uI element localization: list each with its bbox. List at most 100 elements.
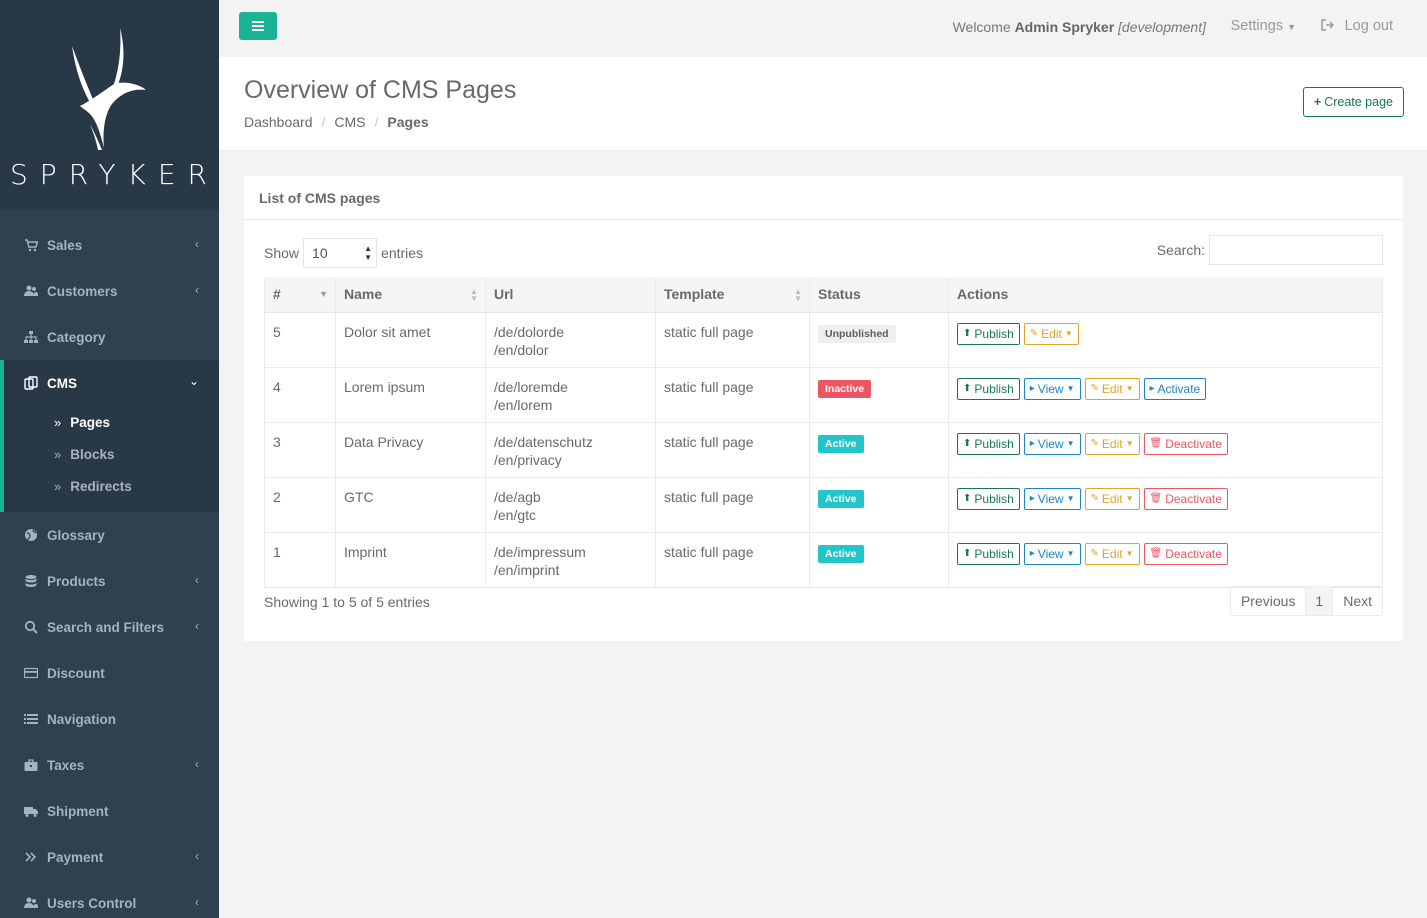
upload-icon: ⬆ bbox=[963, 492, 972, 504]
sidebar-subitem-blocks[interactable]: » Blocks bbox=[54, 443, 115, 465]
sidebar-item-category[interactable]: Category bbox=[0, 314, 219, 360]
publish-button[interactable]: ⬆ Publish bbox=[957, 487, 1020, 510]
deactivate-button[interactable]: 🗑 Deactivate bbox=[1143, 487, 1228, 510]
sidebar-item-sales[interactable]: Sales ‹ bbox=[0, 222, 219, 268]
welcome-text: Welcome Admin Spryker [development] bbox=[953, 19, 1206, 35]
sidebar-subitem-redirects[interactable]: » Redirects bbox=[54, 475, 132, 497]
edit-button[interactable]: ✎ Edit ▼ bbox=[1084, 542, 1140, 565]
caret-down-icon: ▼ bbox=[1125, 493, 1134, 503]
brand-name: SPRYKER bbox=[10, 158, 219, 191]
sidebar-item-taxes[interactable]: Taxes ‹ bbox=[0, 742, 219, 788]
column-header-id[interactable]: # ▼ bbox=[264, 277, 336, 313]
chevron-left-icon: ‹ bbox=[195, 283, 199, 297]
settings-dropdown[interactable]: Settings ▼ bbox=[1231, 18, 1296, 34]
search-icon bbox=[24, 620, 38, 634]
environment-label: [development] bbox=[1118, 19, 1206, 35]
publish-button[interactable]: ⬆ Publish bbox=[957, 542, 1020, 565]
sidebar-item-label: Payment bbox=[47, 849, 104, 865]
angle-double-right-icon: » bbox=[54, 478, 62, 494]
sidebar-cms-section: CMS ⌄ » Pages » Blocks » Redirects bbox=[0, 360, 219, 512]
database-icon bbox=[25, 575, 37, 587]
cell-url: /de/loremde/en/lorem bbox=[485, 366, 656, 423]
caret-right-icon: ▸ bbox=[1029, 547, 1035, 559]
deactivate-button[interactable]: 🗑 Deactivate bbox=[1143, 432, 1228, 455]
publish-button[interactable]: ⬆ Publish bbox=[957, 322, 1020, 345]
sidebar-subitem-pages[interactable]: » Pages bbox=[54, 411, 110, 433]
sidebar-item-customers[interactable]: Customers ‹ bbox=[0, 268, 219, 314]
search-input[interactable] bbox=[1209, 235, 1383, 265]
cell-template: static full page bbox=[655, 476, 810, 533]
sidebar-item-label: Taxes bbox=[47, 757, 85, 773]
sidebar-item-payment[interactable]: Payment ‹ bbox=[0, 834, 219, 880]
logout-link[interactable]: Log out bbox=[1320, 18, 1393, 34]
view-button[interactable]: ▸ View ▼ bbox=[1023, 432, 1081, 455]
welcome-prefix: Welcome bbox=[952, 19, 1011, 35]
cell-status: Active bbox=[809, 531, 949, 588]
column-header-name[interactable]: Name ▲ ▼ bbox=[335, 277, 486, 313]
sidebar-item-cms[interactable]: CMS ⌄ bbox=[0, 360, 219, 406]
view-button[interactable]: ▸ View ▼ bbox=[1023, 542, 1081, 565]
pagination-previous[interactable]: Previous bbox=[1231, 587, 1305, 615]
page-size-select[interactable]: 10 ▲ ▼ bbox=[303, 238, 378, 268]
sidebar-item-products[interactable]: Products ‹ bbox=[0, 558, 219, 604]
list-icon bbox=[24, 714, 38, 724]
action-label: Publish bbox=[974, 436, 1014, 451]
menu-toggle-button[interactable] bbox=[239, 12, 277, 40]
trash-icon: 🗑 bbox=[1149, 437, 1163, 449]
publish-button[interactable]: ⬆ Publish bbox=[957, 432, 1020, 455]
caret-down-icon: ▼ bbox=[1066, 383, 1075, 393]
sidebar-item-glossary[interactable]: Glossary bbox=[0, 512, 219, 558]
users-icon bbox=[24, 897, 38, 908]
caret-down-icon: ▼ bbox=[1125, 548, 1134, 558]
cell-name: Data Privacy bbox=[335, 421, 486, 478]
pagination-next[interactable]: Next bbox=[1332, 587, 1382, 615]
cell-status: Active bbox=[809, 476, 949, 533]
table-row: 2 GTC/de/agb/en/gtc static full page Active… bbox=[264, 476, 1383, 533]
sidebar-item-discount[interactable]: Discount bbox=[0, 650, 219, 696]
column-header-actions: Actions bbox=[948, 277, 1383, 313]
breadcrumb: Dashboard / CMS / Pages bbox=[244, 114, 429, 130]
breadcrumb-cms[interactable]: CMS bbox=[334, 114, 365, 130]
sidebar: SPRYKER CMS ⌄ » Pages » Blocks » Redirec… bbox=[0, 0, 219, 918]
edit-button[interactable]: ✎ Edit ▼ bbox=[1084, 432, 1140, 455]
view-button[interactable]: ▸ View ▼ bbox=[1023, 377, 1081, 400]
table-row: 1 Imprint/de/impressum/en/imprint static f… bbox=[264, 531, 1383, 588]
action-label: View bbox=[1037, 546, 1064, 561]
column-header-url: Url bbox=[485, 277, 656, 313]
deactivate-button[interactable]: 🗑 Deactivate bbox=[1143, 542, 1228, 565]
caret-down-icon: ▼ bbox=[1287, 22, 1296, 32]
status-badge: Inactive bbox=[818, 379, 872, 398]
sidebar-subitem-label: Pages bbox=[70, 414, 111, 430]
column-header-status: Status bbox=[809, 277, 949, 313]
pagination-page-1[interactable]: 1 bbox=[1305, 587, 1333, 615]
sidebar-item-label: Glossary bbox=[47, 527, 105, 543]
url-en: /en/privacy bbox=[494, 451, 562, 468]
caret-down-icon: ▼ bbox=[1066, 548, 1075, 558]
edit-button[interactable]: ✎ Edit ▼ bbox=[1023, 322, 1079, 345]
sidebar-item-users-control[interactable]: Users Control ‹ bbox=[0, 880, 219, 918]
url-en: /en/dolor bbox=[494, 341, 549, 358]
activate-button[interactable]: ▸ Activate bbox=[1143, 377, 1207, 400]
edit-button[interactable]: ✎ Edit ▼ bbox=[1084, 377, 1140, 400]
breadcrumb-dashboard[interactable]: Dashboard bbox=[244, 114, 313, 130]
create-page-button[interactable]: + Create page bbox=[1302, 87, 1404, 117]
edit-button[interactable]: ✎ Edit ▼ bbox=[1084, 487, 1140, 510]
row-actions: ⬆ Publish ✎ Edit ▼ bbox=[957, 322, 1374, 345]
view-button[interactable]: ▸ View ▼ bbox=[1023, 487, 1081, 510]
cell-url: /de/dolorde/en/dolor bbox=[485, 311, 656, 368]
sign-out-icon bbox=[1320, 19, 1334, 31]
panel-title: List of CMS pages bbox=[244, 176, 1403, 220]
action-label: Publish bbox=[974, 491, 1014, 506]
cell-name: Lorem ipsum bbox=[335, 366, 486, 423]
cell-status: Unpublished bbox=[809, 311, 949, 368]
files-icon bbox=[24, 376, 38, 390]
url-de: /de/impressum bbox=[494, 543, 586, 560]
sidebar-item-shipment[interactable]: Shipment bbox=[0, 788, 219, 834]
sidebar-item-search-and-filters[interactable]: Search and Filters ‹ bbox=[0, 604, 219, 650]
publish-button[interactable]: ⬆ Publish bbox=[957, 377, 1020, 400]
sidebar-item-navigation[interactable]: Navigation bbox=[0, 696, 219, 742]
chevron-left-icon: ‹ bbox=[195, 895, 199, 909]
column-header-template[interactable]: Template ▲ ▼ bbox=[655, 277, 810, 313]
cell-name: GTC bbox=[335, 476, 486, 533]
url-en: /en/gtc bbox=[494, 506, 537, 523]
